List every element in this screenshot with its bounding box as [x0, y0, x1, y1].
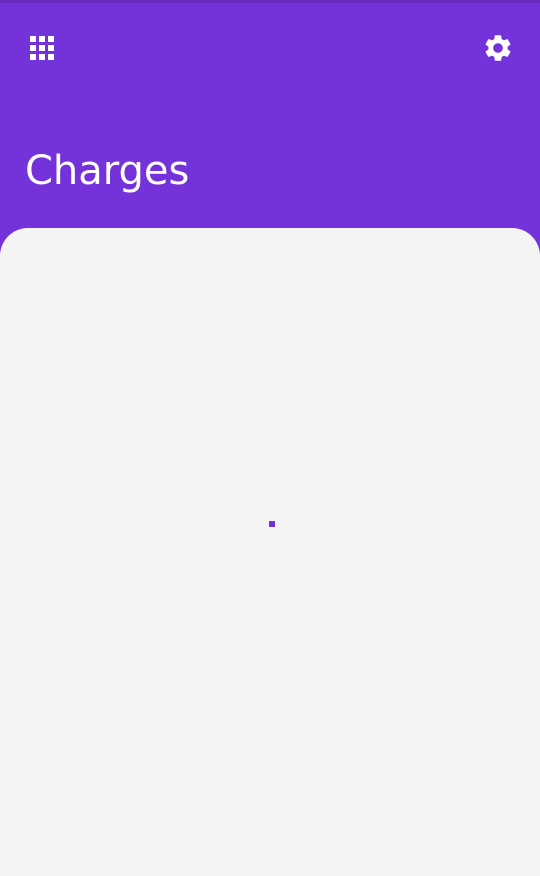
apps-menu-button[interactable]: [20, 26, 64, 70]
page-title: Charges: [25, 148, 190, 194]
loading-spinner-icon: [269, 521, 275, 527]
status-bar-shade: [0, 0, 540, 3]
apps-grid-icon: [30, 36, 54, 60]
content-panel: [0, 228, 540, 876]
gear-icon: [485, 35, 511, 61]
settings-button[interactable]: [476, 26, 520, 70]
app-header: Charges: [0, 0, 540, 240]
